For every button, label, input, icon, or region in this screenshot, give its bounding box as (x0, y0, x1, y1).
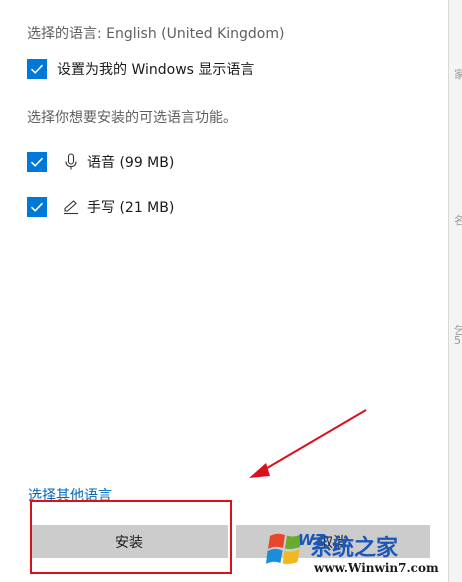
feature-row-handwriting[interactable]: 手写 (21 MB) (27, 196, 174, 218)
microphone-icon (63, 153, 79, 171)
feature-row-speech[interactable]: 语音 (99 MB) (27, 151, 174, 173)
selected-language-label: 选择的语言: English (United Kingdom) (27, 26, 285, 42)
choose-other-language-link[interactable]: 选择其他语言 (28, 485, 112, 505)
optional-features-prompt: 选择你想要安装的可选语言功能。 (27, 110, 237, 126)
background-window-edge (448, 0, 462, 582)
edge-glyph: 家 (454, 68, 462, 81)
display-language-checkbox[interactable] (27, 59, 47, 79)
pen-icon (63, 198, 79, 216)
handwriting-checkbox[interactable] (27, 197, 47, 217)
handwriting-feature-label: 手写 (21 MB) (87, 200, 175, 216)
speech-feature-label: 语音 (99 MB) (87, 155, 175, 171)
cancel-button[interactable]: 取消 (236, 525, 430, 558)
edge-glyph: 5 (454, 334, 461, 347)
display-language-label: 设置为我的 Windows 显示语言 (57, 62, 255, 78)
checkmark-icon (30, 202, 44, 212)
speech-checkbox[interactable] (27, 152, 47, 172)
checkmark-icon (30, 64, 44, 74)
edge-glyph: 名 (454, 214, 462, 227)
display-language-row[interactable]: 设置为我的 Windows 显示语言 (27, 58, 254, 80)
language-install-dialog: 选择的语言: English (United Kingdom) 设置为我的 Wi… (0, 0, 448, 582)
install-button[interactable]: 安装 (30, 525, 228, 558)
checkmark-icon (30, 157, 44, 167)
